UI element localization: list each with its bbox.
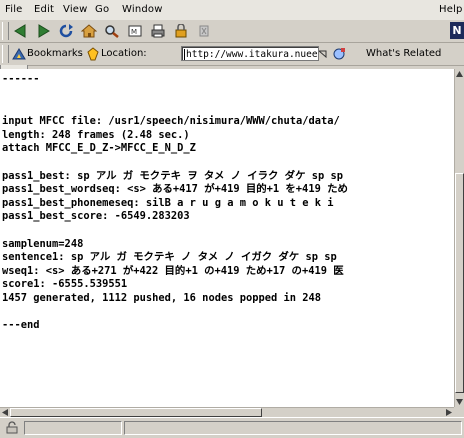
status-text-cell	[124, 421, 462, 435]
forward-icon[interactable]	[34, 22, 52, 39]
text-caret	[184, 49, 185, 60]
output-line: pass1_best_wordseq: <s> ある+417 が+419 目的+…	[2, 183, 348, 196]
whats-related-icon[interactable]	[331, 47, 347, 64]
output-line: wseq1: <s> ある+271 が+422 目的+1 の+419 ため+17…	[2, 264, 344, 277]
output-line: sentence1: sp アル ガ モクテキ ノ タメ ノ イガク ダケ sp…	[2, 251, 337, 264]
netscape-logo: N	[450, 22, 464, 39]
output-line: 1457 generated, 1112 pushed, 16 nodes po…	[2, 291, 322, 304]
menu-help[interactable]: Help	[439, 4, 463, 15]
scroll-left-arrow-icon[interactable]	[0, 408, 9, 417]
output-line: length: 248 frames (2.48 sec.)	[2, 128, 190, 141]
url-input[interactable]: http://www.itakura.nuee.	[181, 46, 319, 61]
content-top-partial: ------	[0, 69, 454, 88]
output-line: pass1_best: sp アル ガ モクテキ ヲ タメ ノ イラク ダケ s…	[2, 169, 343, 182]
menu-edit[interactable]: Edit	[34, 4, 54, 15]
scroll-down-arrow-icon[interactable]	[455, 397, 464, 406]
back-icon[interactable]	[12, 22, 30, 39]
toolbar-grip[interactable]	[2, 22, 9, 40]
output-line: input MFCC file: /usr1/speech/nisimura/W…	[2, 115, 340, 128]
menu-bar: File Edit View Go Window Help	[0, 0, 464, 21]
location-label: Location:	[101, 48, 147, 59]
location-icon	[86, 47, 100, 64]
my-netscape-icon[interactable]: M	[126, 22, 144, 39]
scroll-right-arrow-icon[interactable]	[444, 408, 453, 417]
lock-status-icon[interactable]	[5, 421, 19, 437]
menu-file[interactable]: File	[5, 4, 23, 15]
output-line: samplenum=248	[2, 237, 84, 250]
stop-icon[interactable]	[195, 22, 213, 39]
location-toolbar: Bookmarks Location: http://www.itakura.n…	[0, 43, 464, 66]
output-line: pass1_best_phonemeseq: silB a r u g a m …	[2, 196, 334, 209]
menu-window[interactable]: Window	[122, 4, 163, 15]
search-icon[interactable]	[103, 22, 121, 39]
menu-view[interactable]: View	[63, 4, 88, 15]
menu-go[interactable]: Go	[95, 4, 109, 15]
home-icon[interactable]	[80, 22, 98, 39]
svg-text:M: M	[131, 28, 137, 36]
print-icon[interactable]	[149, 22, 167, 39]
url-dropdown-arrow[interactable]	[318, 47, 328, 60]
bookmarks-button[interactable]: Bookmarks	[27, 48, 83, 59]
julius-output-text: input MFCC file: /usr1/speech/nisimura/W…	[0, 88, 454, 333]
output-line: attach MFCC_E_D_Z->MFCC_E_N_D_Z	[2, 142, 196, 155]
url-text: http://www.itakura.nuee.	[186, 49, 319, 60]
output-line: ---end	[2, 319, 40, 332]
reload-icon[interactable]	[57, 22, 75, 39]
whats-related-button[interactable]: What's Related	[366, 48, 441, 59]
security-icon[interactable]	[172, 22, 190, 39]
output-line: pass1_best_score: -6549.283203	[2, 210, 190, 223]
output-line: score1: -6555.539551	[2, 278, 128, 291]
location-toolbar-grip[interactable]	[2, 45, 9, 63]
status-progress-cell	[24, 421, 122, 435]
status-bar	[0, 417, 464, 438]
bookmarks-icon[interactable]	[11, 47, 27, 64]
navigation-toolbar: M N	[0, 20, 464, 43]
document-content: input MFCC file: /usr1/speech/nisimura/W…	[0, 88, 454, 407]
horizontal-scroll-thumb[interactable]	[10, 408, 262, 417]
vertical-scroll-thumb[interactable]	[455, 173, 464, 393]
partial-line: ------	[2, 73, 40, 85]
horizontal-scrollbar[interactable]	[0, 407, 454, 417]
scroll-up-arrow-icon[interactable]	[455, 69, 464, 78]
vertical-scrollbar[interactable]	[454, 69, 464, 407]
